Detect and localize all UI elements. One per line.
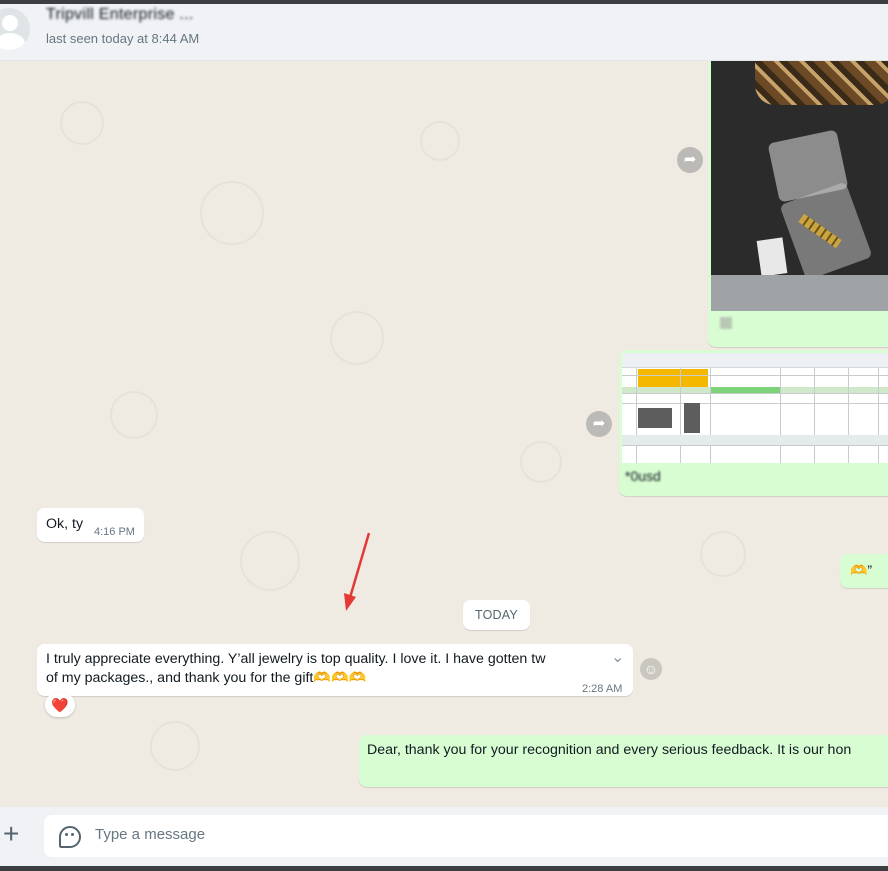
incoming-message[interactable]: I truly appreciate everything. Y’all jew… [37, 644, 633, 696]
blurred-caption [720, 317, 732, 329]
incoming-message[interactable]: Ok, ty 4:16 PM [37, 508, 144, 542]
sheet-band-shape [622, 435, 888, 445]
outgoing-message[interactable]: Dear, thank you for your recognition and… [359, 735, 888, 787]
sheet-gridline [780, 367, 781, 463]
outgoing-message[interactable]: 🫶” [840, 554, 888, 588]
arrow-shaft [347, 532, 371, 602]
jewelry-photo[interactable] [711, 61, 888, 311]
window-bottom-edge [0, 866, 888, 871]
sheet-thumbnail [684, 403, 700, 433]
message-text: 🫶” [850, 562, 873, 578]
avatar-head-shape [2, 15, 18, 31]
react-emoji-icon[interactable]: ☺ [640, 658, 662, 680]
sheet-toolbar-shape [622, 353, 888, 368]
sheet-gridline [814, 367, 815, 463]
red-arrow-annotation [344, 532, 371, 611]
sheet-header-cell-shape [638, 369, 708, 387]
message-text-line: of my packages., and thank you for the g… [46, 670, 367, 686]
message-time: 2:28 AM [582, 683, 623, 695]
wallpaper-doodle [200, 181, 264, 245]
wallpaper-doodle [60, 101, 104, 145]
message-input-placeholder: Type a message [95, 826, 206, 843]
chat-panel[interactable]: ➦ *0usd ➦ Ok, ty 4:16 PM 🫶” TODAY I trul… [0, 61, 888, 807]
photo-tag-shape [756, 237, 788, 277]
image-caption: *0usd [625, 468, 661, 484]
contact-name[interactable]: Tripvill Enterprise ... [46, 6, 194, 24]
sheet-gridline [878, 367, 879, 463]
contact-avatar[interactable] [0, 8, 30, 50]
photo-surface-shape [711, 275, 888, 311]
sticker-icon[interactable] [59, 826, 81, 848]
heart-reaction[interactable]: ❤️ [45, 693, 75, 717]
chevron-down-icon[interactable]: ⌄ [607, 648, 629, 667]
message-text: Dear, thank you for your recognition and… [367, 742, 852, 758]
wallpaper-doodle [700, 531, 746, 577]
message-text-line: I truly appreciate everything. Y’all jew… [46, 651, 546, 667]
avatar-body-shape [0, 33, 25, 50]
sheet-gridline [636, 367, 637, 463]
wallpaper-doodle [110, 391, 158, 439]
spreadsheet-screenshot[interactable] [622, 353, 888, 463]
wallpaper-doodle [420, 121, 460, 161]
forward-icon[interactable]: ➦ [677, 147, 703, 173]
arrow-head [344, 593, 356, 611]
chat-header[interactable]: Tripvill Enterprise ... last seen today … [0, 4, 888, 61]
message-input[interactable]: Type a message [44, 815, 888, 857]
sheet-gridline [680, 367, 681, 463]
sheet-gridline [710, 367, 711, 463]
wallpaper-doodle [330, 311, 384, 365]
sheet-thumbnail [638, 408, 672, 428]
plus-icon[interactable]: + [3, 819, 19, 849]
message-text: Ok, ty [46, 516, 84, 532]
message-time: 4:16 PM [94, 526, 135, 538]
wallpaper-doodle [150, 721, 200, 771]
wallpaper-doodle [240, 531, 300, 591]
date-separator: TODAY [463, 600, 530, 630]
forward-icon[interactable]: ➦ [586, 411, 612, 437]
photo-bag-shape [755, 61, 888, 105]
composer-bar: + Type a message [0, 807, 888, 871]
outgoing-image-message[interactable]: *0usd [619, 350, 888, 496]
wallpaper-doodle [520, 441, 562, 483]
outgoing-image-message[interactable] [708, 61, 888, 347]
sheet-gridline [848, 367, 849, 463]
last-seen-status: last seen today at 8:44 AM [46, 31, 200, 46]
